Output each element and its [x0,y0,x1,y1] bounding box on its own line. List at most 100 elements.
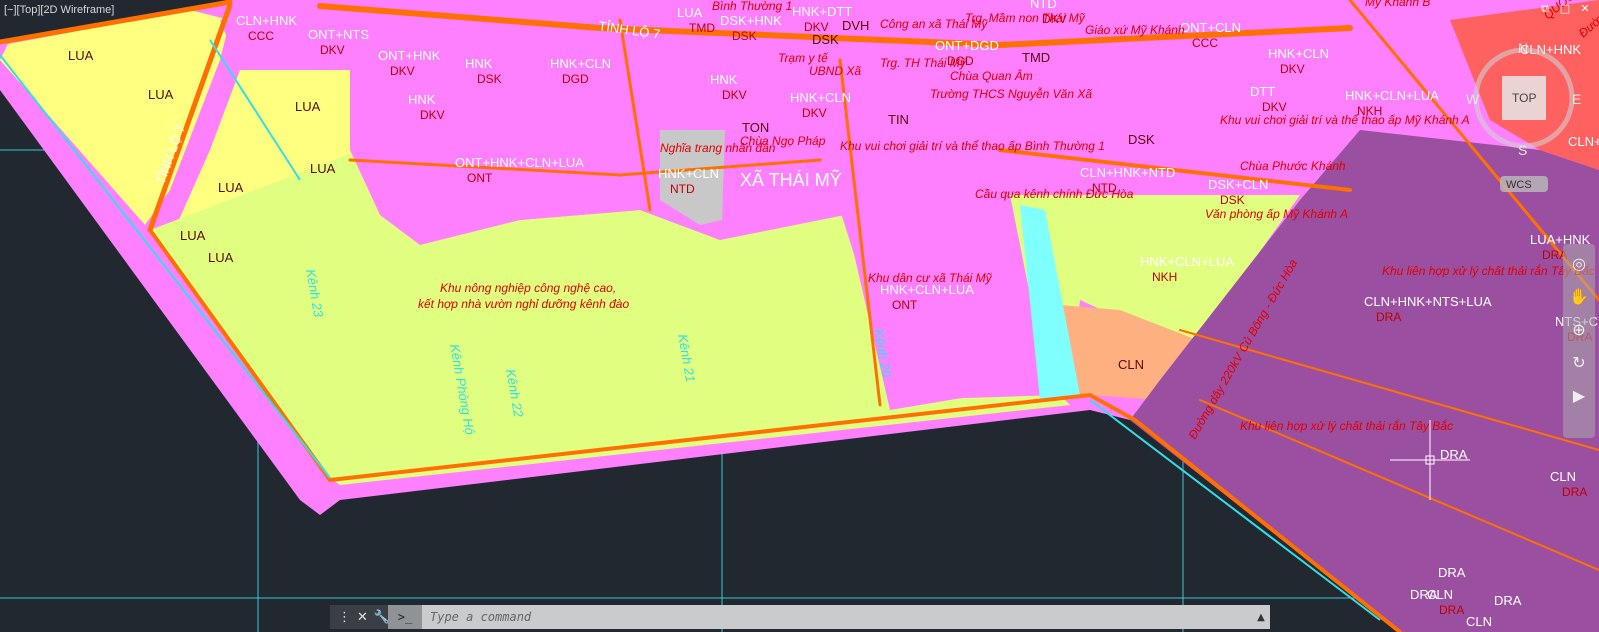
viewcube-north[interactable]: N [1518,40,1528,56]
land-label-text: CLN+HNK+NTS+LUA [1364,294,1492,309]
land-label-code: DKV [802,106,827,120]
place-annotation: UBND Xã [809,64,861,78]
command-line: ⋮ ✕ 🔧 >_ ▲ [330,605,1270,629]
plain-land-label: DRA [1410,587,1438,602]
land-label-text: CLN+ [1568,134,1599,149]
land-label-text: HNK+CLN+LUA [1140,254,1234,269]
viewcube-top-label: TOP [1512,91,1536,105]
place-annotation: Mỹ Khánh B [1365,0,1430,9]
land-label-text: CLN+HNK+NTD [1080,165,1175,180]
place-annotation: Chùa Phước Khánh [1240,159,1346,173]
land-label-code: NKH [1152,270,1177,284]
land-label-text: ONT+DGD [935,38,999,53]
plain-land-label: LUA [180,228,206,243]
zoom-icon[interactable]: ⊕ [1572,320,1585,339]
navigation-bar: ◎ ✋ ⊕ ↻ ▶ [1563,244,1595,438]
land-label-text: HNK+CLN [790,90,851,105]
plain-land-label: DSK [812,32,839,47]
pan-hand-icon[interactable]: ✋ [1569,287,1589,306]
land-label-code: DKV [320,43,345,57]
land-label-text: HNK+CLN [550,56,611,71]
restore-icon[interactable]: ⧉ [1537,2,1553,16]
place-annotation: Khu vui chơi giải trí và thể thao ấp Bìn… [840,139,1105,153]
viewport-window-controls: ⧉ □ ✕ [1537,2,1593,16]
wcs-label: WCS [1506,179,1532,191]
land-label-text: HNK+CLN+LUA [1345,88,1439,103]
land-label-code: DSK [477,72,502,86]
place-annotation: Văn phòng ấp Mỹ Khánh A [1205,207,1348,221]
land-label-code: CCC [248,29,274,43]
land-label-code: DRA [1439,603,1464,617]
land-label-text: CLN [1466,614,1492,629]
plain-land-label: TON [742,120,769,135]
land-label-text: HNK+CLN [658,166,719,181]
land-label-code: NTD [670,182,695,196]
place-annotation: Bình Thường 1 [712,0,792,13]
place-annotation: Khu liên hợp xử lý chất thải rắn Tây Bắc [1240,418,1453,433]
viewcube-east[interactable]: E [1572,91,1581,107]
place-annotation: Khu dân cư xã Thái Mỹ [868,271,993,285]
showmotion-icon[interactable]: ▶ [1573,386,1585,405]
plain-land-label: TIN [888,112,909,127]
land-label-code: DKV [722,88,747,102]
place-annotation: Cầu qua kênh chính Đức Hòa [975,187,1134,201]
land-label-text: DTT [1250,84,1275,99]
land-label-code: CCC [1192,36,1218,50]
land-label-text: ONT+CLN [1180,20,1241,35]
land-use-map[interactable]: CLN+HNKCCC ONT+NTSDKV ONT+HNKDKVLUATMD DSK+… [0,0,1599,632]
place-annotation: Nghĩa trang nhân dân [660,141,776,155]
land-label-text: LUA [677,5,703,20]
land-label-text: DSK+HNK [720,13,782,28]
close-icon[interactable]: ✕ [357,610,368,625]
land-label-code: ONT [467,171,493,185]
place-annotation: Trường THCS Nguyễn Văn Xã [930,86,1092,101]
land-label-code: DGD [562,72,589,86]
land-label-code: DKV [390,64,415,78]
viewport-controls-label[interactable]: [−][Top][2D Wireframe] [4,4,114,16]
land-label-text: HNK [465,56,493,71]
plain-land-label: LUA [310,161,336,176]
land-label-text: HNK+DTT [792,4,852,19]
plain-land-label: TMD [1022,50,1050,65]
land-label-code: DSK [1220,193,1245,207]
plain-land-label: LUA [295,99,321,114]
land-label-text: HNK [710,72,738,87]
land-label-code: DKV [1280,62,1305,76]
plain-land-label: LUA [68,48,94,63]
place-annotation: Khu vui chơi giải trí và thể thao ấp Mỹ … [1220,113,1470,127]
land-label-code: DKV [420,108,445,122]
place-annotation: Trg. Mầm non Thái Mỹ [965,11,1086,25]
land-label-text: ONT+NTS [308,27,369,42]
land-label-text: NTD [1030,0,1057,11]
command-history-arrow-icon[interactable]: ▲ [1252,605,1270,629]
plain-land-label: DSK [1128,132,1155,147]
command-input[interactable] [422,605,1252,629]
land-label-code: DSK [732,29,757,43]
land-label-code: TMD [689,21,715,35]
place-annotation: Trạm y tế [778,51,829,65]
viewcube-south[interactable]: S [1518,142,1527,158]
close-icon[interactable]: ✕ [1577,2,1593,16]
place-annotation: Chùa Quan Âm [950,68,1033,83]
steering-wheel-icon[interactable]: ◎ [1572,254,1586,273]
maximize-icon[interactable]: □ [1557,2,1573,16]
plain-land-label: LUA [148,87,174,102]
viewcube-west[interactable]: W [1466,91,1480,107]
plain-land-label: LUA [208,250,234,265]
drag-handle-icon[interactable]: ⋮ [338,610,351,625]
land-label-text: ONT+HNK [378,48,441,63]
land-label-text: DSK+CLN [1208,177,1268,192]
land-label-text: ONT+HNK+CLN+LUA [455,155,584,170]
land-label-text: CLN [1550,469,1576,484]
land-label-text: HNK+CLN [1268,46,1329,61]
land-label-text: HNK [408,92,436,107]
land-label-code: DKV [1262,100,1287,114]
orbit-icon[interactable]: ↻ [1572,353,1585,372]
command-line-tools: ⋮ ✕ 🔧 [330,605,390,629]
plain-land-label: CLN [1118,357,1144,372]
commune-name: XÃ THÁI MỸ [740,169,842,190]
place-annotation: kết hợp nhà vườn nghỉ dưỡng kênh đào [418,297,629,311]
place-annotation: Trg. TH Thái Mỹ [880,56,967,70]
command-prompt-icon[interactable]: >_ [388,605,422,629]
land-label-code: ONT [892,298,918,312]
